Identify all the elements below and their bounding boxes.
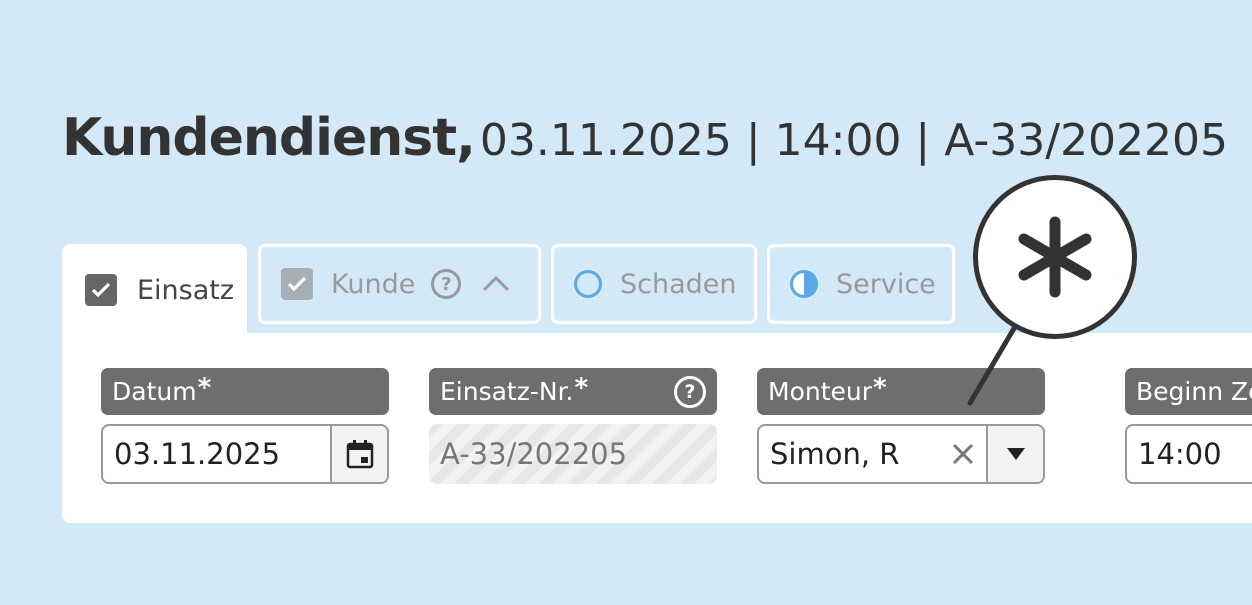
tab-schaden[interactable]: Schaden	[551, 244, 757, 324]
chevron-up-icon[interactable]	[481, 275, 511, 293]
required-marker: *	[873, 372, 887, 403]
einsatz-nr-label: Einsatz-Nr. * ?	[429, 368, 717, 415]
required-marker: *	[197, 372, 212, 403]
calendar-icon	[346, 440, 373, 469]
calendar-button[interactable]	[330, 426, 387, 482]
einsatz-nr-value: A-33/202205	[440, 437, 628, 471]
tab-service[interactable]: Service	[767, 244, 955, 324]
datum-field[interactable]: 03.11.2025	[101, 424, 389, 484]
beginn-value: 14:00	[1138, 437, 1222, 471]
callout-pointer	[967, 323, 1019, 406]
monteur-label-text: Monteur	[768, 377, 873, 406]
asterisk-icon	[1018, 216, 1092, 298]
clear-icon[interactable]	[951, 442, 975, 466]
checkbox-checked-icon	[281, 268, 313, 300]
dropdown-arrow-icon	[1006, 448, 1025, 460]
tab-kunde[interactable]: Kunde ?	[258, 244, 541, 324]
einsatz-nr-label-text: Einsatz-Nr.	[440, 377, 574, 406]
tab-label: Einsatz	[137, 274, 235, 306]
dropdown-button[interactable]	[986, 426, 1043, 482]
tab-label: Kunde	[331, 268, 416, 300]
beginn-time-field[interactable]: 14:00	[1125, 424, 1252, 484]
required-marker: *	[574, 372, 589, 403]
help-icon[interactable]: ?	[431, 269, 462, 299]
page-title-main: Kundendienst,	[62, 108, 476, 168]
page-title: Kundendienst, 03.11.2025 | 14:00 | A-33/…	[62, 108, 1228, 168]
help-icon[interactable]: ?	[674, 376, 706, 408]
page-title-meta: 03.11.2025 | 14:00 | A-33/202205	[479, 115, 1229, 166]
checkbox-checked-icon	[85, 274, 117, 306]
half-circle-icon	[790, 270, 818, 298]
datum-label: Datum *	[101, 368, 389, 415]
beginn-label-text: Beginn Ze	[1136, 377, 1252, 406]
datum-label-text: Datum	[112, 377, 197, 406]
tab-label: Schaden	[620, 268, 737, 300]
monteur-select[interactable]: Simon, R	[757, 424, 1045, 484]
tab-einsatz[interactable]: Einsatz	[62, 244, 247, 336]
required-callout	[973, 175, 1137, 339]
tab-label: Service	[836, 268, 936, 300]
beginn-label: Beginn Ze	[1125, 368, 1252, 415]
datum-value: 03.11.2025	[114, 437, 281, 471]
empty-circle-icon	[574, 270, 602, 298]
monteur-value: Simon, R	[770, 437, 900, 471]
einsatz-nr-field: A-33/202205	[429, 424, 717, 484]
